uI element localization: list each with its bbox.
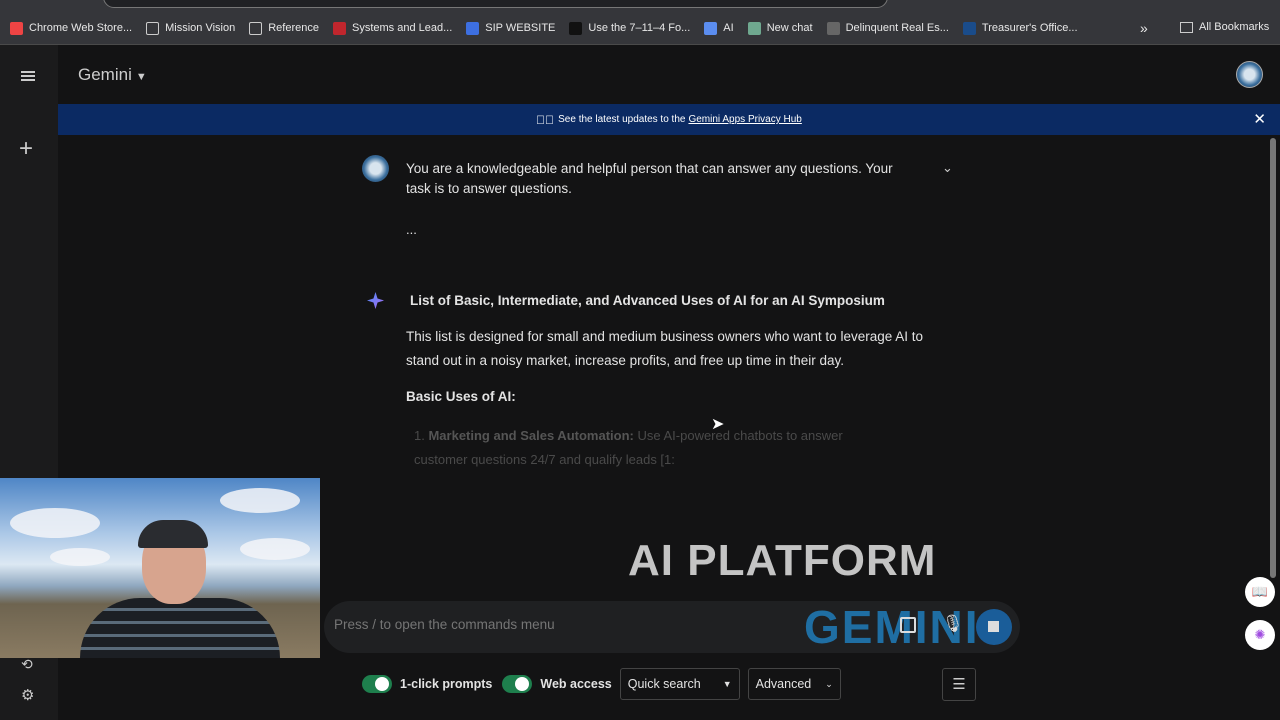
folder-icon	[146, 21, 160, 35]
stop-button[interactable]	[976, 609, 1012, 645]
list-number: 1.	[414, 428, 425, 443]
chevron-down-icon: ⌄	[825, 678, 833, 689]
menu-icon[interactable]	[21, 71, 35, 81]
list-item: 1. Marketing and Sales Automation: Use A…	[414, 424, 884, 472]
bookmark-label: Reference	[268, 22, 319, 34]
address-bar[interactable]	[103, 0, 888, 8]
bookmark-favicon	[826, 21, 840, 35]
caret-down-icon: ▼	[722, 679, 732, 689]
model-switcher[interactable]: Gemini ▼	[78, 65, 147, 85]
one-click-prompts-toggle[interactable]	[362, 675, 392, 693]
check-circle-icon: ✓⃝	[536, 112, 555, 127]
prompt-input-bar: GEMINI 🎙	[324, 601, 1020, 653]
brain-extension-icon[interactable]: ✺	[1245, 620, 1275, 650]
list-item-title: Marketing and Sales Automation:	[428, 428, 634, 443]
bookmark-label: SIP WEBSITE	[485, 22, 556, 34]
bookmark-favicon	[10, 21, 23, 35]
account-avatar[interactable]	[1236, 61, 1263, 88]
bookmark-item[interactable]: New chat	[747, 21, 813, 35]
banner-text: See the latest updates to the	[558, 114, 686, 125]
folder-icon	[1180, 21, 1193, 33]
bookmark-label: New chat	[766, 22, 813, 34]
bookmark-label: Mission Vision	[165, 22, 236, 34]
expand-chevron-icon[interactable]: ⌄	[942, 160, 953, 176]
web-access-toggle[interactable]	[502, 675, 533, 693]
search-mode-select[interactable]: Quick search ▼	[619, 668, 740, 700]
more-bookmarks-button[interactable]: »	[1140, 20, 1148, 36]
bookmark-label: Systems and Lead...	[352, 22, 453, 34]
response-title: List of Basic, Intermediate, and Advance…	[410, 293, 885, 308]
advanced-select[interactable]: Advanced ⌄	[747, 668, 841, 700]
bookmark-item[interactable]: Use the 7–11–4 Fo...	[569, 21, 691, 35]
section-heading: Basic Uses of AI:	[406, 389, 516, 404]
web-access-label: Web access	[540, 677, 612, 691]
microphone-icon[interactable]: 🎙	[942, 614, 964, 634]
bookmark-favicon	[747, 21, 761, 35]
browser-tab-strip	[0, 0, 1280, 12]
bookmark-item[interactable]: AI	[704, 21, 734, 35]
bookmark-label: Treasurer's Office...	[981, 22, 1078, 34]
user-avatar	[362, 155, 389, 182]
bookmark-label: AI	[723, 22, 734, 34]
search-mode-value: Quick search	[627, 677, 701, 691]
new-chat-plus-icon[interactable]: +	[19, 135, 33, 163]
bookmark-item[interactable]: Chrome Web Store...	[10, 21, 133, 35]
folder-icon	[249, 21, 263, 35]
caret-down-icon: ▼	[135, 71, 147, 83]
settings-gear-icon[interactable]: ⚙	[21, 686, 34, 704]
reading-book-icon[interactable]: 📖	[1245, 577, 1275, 607]
bookmark-favicon	[569, 21, 583, 35]
bookmark-item[interactable]: Mission Vision	[146, 21, 236, 35]
bookmark-label: Use the 7–11–4 Fo...	[588, 22, 691, 34]
bookmarks-bar: Chrome Web Store... Mission Vision Referen…	[0, 12, 1280, 45]
privacy-hub-link[interactable]: Gemini Apps Privacy Hub	[688, 114, 801, 125]
watermark-ai-platform: AI PLATFORM	[628, 536, 937, 585]
app-title: Gemini	[78, 65, 132, 84]
add-image-icon[interactable]	[900, 617, 916, 633]
tune-settings-icon[interactable]: ☰	[942, 668, 976, 701]
prompt-input[interactable]	[334, 617, 774, 632]
one-click-prompts-label: 1-click prompts	[400, 677, 493, 691]
bookmark-favicon	[466, 21, 480, 35]
close-banner-icon[interactable]: ✕	[1253, 110, 1266, 128]
bookmark-item[interactable]: Reference	[249, 21, 319, 35]
bookmark-favicon	[333, 21, 346, 35]
gemini-sparkle-icon	[367, 292, 384, 309]
prompt-ellipsis: ...	[406, 222, 417, 237]
bookmark-item[interactable]: Delinquent Real Es...	[826, 21, 949, 35]
response-intro: This list is designed for small and medi…	[406, 329, 924, 368]
bookmark-item[interactable]: Systems and Lead...	[333, 21, 453, 35]
bookmark-label: Delinquent Real Es...	[845, 22, 949, 34]
all-bookmarks-button[interactable]: All Bookmarks	[1180, 21, 1269, 33]
bookmark-favicon	[704, 21, 718, 35]
advanced-value: Advanced	[755, 677, 812, 691]
user-prompt: You are a knowledgeable and helpful pers…	[406, 161, 893, 196]
bookmark-favicon	[962, 21, 976, 35]
bookmark-label: Chrome Web Store...	[29, 22, 133, 34]
scrollbar[interactable]	[1270, 138, 1276, 578]
bookmark-item[interactable]: Treasurer's Office...	[962, 21, 1078, 35]
bookmark-item[interactable]: SIP WEBSITE	[466, 21, 556, 35]
privacy-banner: ✓⃝ See the latest updates to the Gemini …	[58, 104, 1280, 135]
input-toolbar: 1-click prompts Web access Quick search ▼…	[362, 668, 849, 700]
all-bookmarks-label: All Bookmarks	[1199, 21, 1270, 33]
mouse-cursor-icon: ➤	[711, 416, 725, 433]
history-icon[interactable]: ⟲	[21, 656, 33, 673]
webcam-video-overlay	[0, 478, 320, 658]
